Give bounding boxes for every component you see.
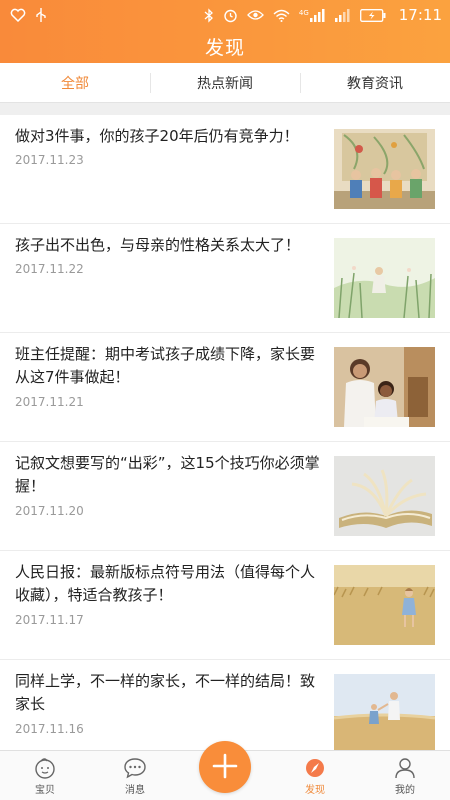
alarm-icon [224,9,237,22]
article-title: 记叙文想要写的“出彩”，这15个技巧你必须掌握！ [15,454,320,495]
page-title: 发现 [204,37,245,59]
article-thumbnail [334,238,435,318]
nav-label: 消息 [125,785,145,796]
nav-add[interactable] [180,741,270,800]
nav-label: 宝贝 [35,785,55,796]
article-thumbnail [334,674,435,750]
nav-messages[interactable]: 消息 [90,751,180,800]
article-item[interactable]: 人民日报：最新版标点符号用法（值得每个人收藏），特适合教孩子！ 2017.11.… [0,551,450,660]
article-date: 2017.11.23 [15,153,84,167]
clock: 17:11 [398,6,442,24]
compass-icon [306,759,324,777]
signal-icon-2 [334,8,350,22]
article-title: 同样上学，不一样的家长，不一样的结局！致家长 [15,672,316,713]
category-tabs: 全部 热点新闻 教育资讯 [0,63,450,103]
usb-icon [36,8,46,22]
article-date: 2017.11.22 [15,262,84,276]
nav-discover[interactable]: 发现 [270,751,360,800]
tab-all[interactable]: 全部 [0,63,150,102]
baby-icon [35,758,55,779]
user-icon [395,758,415,779]
nav-label: 我的 [395,785,415,796]
wifi-icon [273,9,290,22]
article-thumbnail [334,565,435,645]
signal-icon: 4G [299,8,326,22]
status-bar: 4G 17:11 [0,0,450,30]
article-date: 2017.11.16 [15,722,84,736]
nav-label: 发现 [305,785,325,796]
article-item[interactable]: 孩子出不出色，与母亲的性格关系太大了！ 2017.11.22 [0,224,450,333]
article-item[interactable]: 班主任提醒：期中考试孩子成绩下降，家长要从这7件事做起！ 2017.11.21 [0,333,450,442]
article-title: 人民日报：最新版标点符号用法（值得每个人收藏），特适合教孩子！ [15,563,316,604]
article-title: 孩子出不出色，与母亲的性格关系太大了！ [15,236,301,254]
health-icon [10,8,26,22]
add-button[interactable] [199,741,251,793]
battery-icon [359,8,386,22]
bluetooth-icon [204,7,213,23]
article-thumbnail [334,129,435,209]
article-date: 2017.11.21 [15,395,84,409]
article-thumbnail [334,347,435,427]
plus-icon [212,753,238,779]
app-header: 4G 17:11 发现 [0,0,450,63]
article-list: 做对3件事，你的孩子20年后仍有竞争力！ 2017.11.23 孩子出不出色，与… [0,115,450,750]
article-title: 做对3件事，你的孩子20年后仍有竞争力！ [15,127,299,145]
eye-icon [246,10,264,20]
section-divider [0,103,450,115]
article-item[interactable]: 做对3件事，你的孩子20年后仍有竞争力！ 2017.11.23 [0,115,450,224]
chat-bubble-icon [124,758,146,779]
article-item[interactable]: 同样上学，不一样的家长，不一样的结局！致家长 2017.11.16 [0,660,450,750]
nav-profile[interactable]: 我的 [360,751,450,800]
article-date: 2017.11.17 [15,613,84,627]
tab-education-news[interactable]: 教育资讯 [300,63,450,102]
nav-baby[interactable]: 宝贝 [0,751,90,800]
tab-hot-news[interactable]: 热点新闻 [150,63,300,102]
article-date: 2017.11.20 [15,504,84,518]
bottom-navigation: 宝贝 消息 发现 我的 [0,741,450,800]
article-title: 班主任提醒：期中考试孩子成绩下降，家长要从这7件事做起！ [15,345,316,386]
article-item[interactable]: 记叙文想要写的“出彩”，这15个技巧你必须掌握！ 2017.11.20 [0,442,450,551]
article-thumbnail [334,456,435,536]
